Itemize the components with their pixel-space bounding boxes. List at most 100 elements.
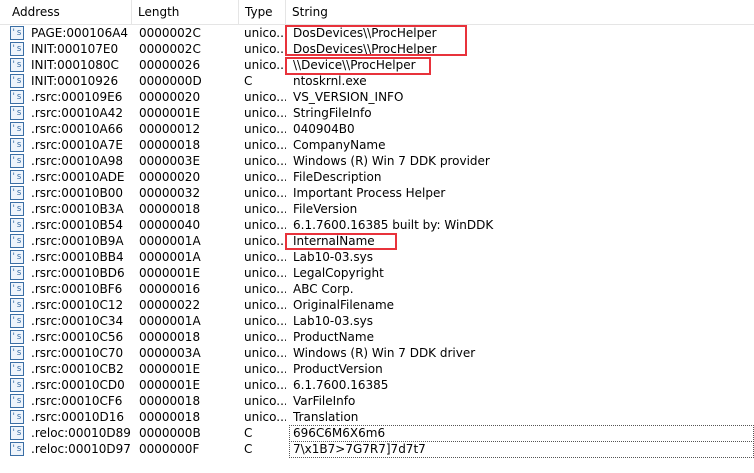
table-row[interactable]: 's' INIT:00010926 0000000D Cntoskrnl.exe xyxy=(0,73,754,89)
length-cell: 0000002C xyxy=(139,42,201,56)
string-cell: Windows (R) Win 7 DDK driver xyxy=(293,346,476,360)
string-cell: 040904B0 xyxy=(293,122,355,136)
table-row[interactable]: 's' PAGE:000106A4 0000002C unico... DosDevic… xyxy=(0,25,754,41)
strings-table-body: 's' PAGE:000106A4 0000002C unico... DosDevic… xyxy=(0,25,754,457)
table-row[interactable]: 's' .rsrc:00010CB2 0000001E unico... Product… xyxy=(0,361,754,377)
length-cell: 0000001E xyxy=(139,378,201,392)
address-cell: .rsrc:00010A42 xyxy=(31,106,123,120)
type-cell: unico... xyxy=(244,330,286,344)
length-cell: 00000020 xyxy=(139,90,201,104)
table-row[interactable]: 's' .rsrc:00010A42 0000001E unico... StringF… xyxy=(0,105,754,121)
string-icon: 's' xyxy=(10,410,24,424)
length-cell: 0000001E xyxy=(139,266,201,280)
string-cell: DosDevices\\ProcHelper xyxy=(293,26,437,40)
type-cell: C xyxy=(244,426,253,440)
address-cell: .rsrc:00010B00 xyxy=(31,186,123,200)
string-cell: Translation xyxy=(293,410,359,424)
length-cell: 0000001A xyxy=(139,314,201,328)
table-row[interactable]: 's' INIT:000107E0 0000002C unico... DosDevic… xyxy=(0,41,754,57)
table-row[interactable]: 's' .rsrc:00010ADE 00000020 unico... FileDes… xyxy=(0,169,754,185)
string-icon: 's' xyxy=(10,394,24,408)
string-icon: 's' xyxy=(10,170,24,184)
string-cell: FileDescription xyxy=(293,170,382,184)
length-cell: 0000000D xyxy=(139,74,202,88)
string-cell: Lab10-03.sys xyxy=(293,314,373,328)
string-icon: 's' xyxy=(10,346,24,360)
type-cell: unico... xyxy=(244,362,286,376)
string-cell: CompanyName xyxy=(293,138,386,152)
table-row[interactable]: 's' .rsrc:00010CD0 0000001E unico... 6.1.760… xyxy=(0,377,754,393)
string-icon: 's' xyxy=(10,234,24,248)
table-row[interactable]: 's' .rsrc:00010C56 00000018 unico... Product… xyxy=(0,329,754,345)
table-row[interactable]: 's' .rsrc:00010B9A 0000001A unico... Interna… xyxy=(0,233,754,249)
table-row[interactable]: 's' .rsrc:000109E6 00000020 unico... VS_VERS… xyxy=(0,89,754,105)
table-row[interactable]: 's' .rsrc:00010B00 00000032 unico... Importa… xyxy=(0,185,754,201)
string-cell: ABC Corp. xyxy=(293,282,354,296)
type-cell: unico... xyxy=(244,218,286,232)
table-row[interactable]: 's' .rsrc:00010BF6 00000016 unico... ABC Co… xyxy=(0,281,754,297)
string-cell: Windows (R) Win 7 DDK provider xyxy=(293,154,490,168)
address-cell: .rsrc:00010B3A xyxy=(31,202,124,216)
address-cell: .rsrc:00010C70 xyxy=(31,346,124,360)
length-cell: 00000040 xyxy=(139,218,201,232)
table-row[interactable]: 's' .rsrc:00010B3A 00000018 unico... FileVer… xyxy=(0,201,754,217)
type-cell: unico... xyxy=(244,42,286,56)
address-cell: .rsrc:00010C34 xyxy=(31,314,124,328)
table-row[interactable]: 's' .rsrc:00010BD6 0000001E unico... LegalCo… xyxy=(0,265,754,281)
table-row[interactable]: 's' .rsrc:00010A7E 00000018 unico... Company… xyxy=(0,137,754,153)
string-cell: Lab10-03.sys xyxy=(293,250,373,264)
address-cell: PAGE:000106A4 xyxy=(31,26,129,40)
table-row[interactable]: 's' .rsrc:00010A66 00000012 unico... 040904B… xyxy=(0,121,754,137)
type-cell: unico... xyxy=(244,282,286,296)
length-cell: 00000012 xyxy=(139,122,201,136)
type-cell: unico... xyxy=(244,346,286,360)
string-icon: 's' xyxy=(10,26,24,40)
address-cell: INIT:00010926 xyxy=(31,74,119,88)
string-cell: VarFileInfo xyxy=(293,394,356,408)
string-cell: StringFileInfo xyxy=(293,106,372,120)
type-cell: unico... xyxy=(244,314,286,328)
table-row[interactable]: 's' .rsrc:00010D16 00000018 unico... Transla… xyxy=(0,409,754,425)
address-cell: .rsrc:00010C56 xyxy=(31,330,124,344)
string-icon: 's' xyxy=(10,266,24,280)
type-cell: unico... xyxy=(244,154,286,168)
length-cell: 00000018 xyxy=(139,410,201,424)
column-header-length[interactable]: Length xyxy=(132,0,239,24)
string-icon: 's' xyxy=(10,442,24,456)
table-row[interactable]: 's' .rsrc:00010B54 00000040 unico... 6.1.760… xyxy=(0,217,754,233)
table-row[interactable]: 's' .rsrc:00010A98 0000003E unico... Windows… xyxy=(0,153,754,169)
length-cell: 0000002C xyxy=(139,26,201,40)
table-row[interactable]: 's' .rsrc:00010CF6 00000018 unico... VarFile… xyxy=(0,393,754,409)
string-cell: VS_VERSION_INFO xyxy=(293,90,404,104)
table-row[interactable]: 's' .rsrc:00010C12 00000022 unico... Origina… xyxy=(0,297,754,313)
table-row[interactable]: 's' .rsrc:00010C34 0000001A unico... Lab10-0… xyxy=(0,313,754,329)
table-row[interactable]: 's' .rsrc:00010BB4 0000001A unico... Lab10-0… xyxy=(0,249,754,265)
address-cell: .rsrc:00010CF6 xyxy=(31,394,123,408)
table-row[interactable]: 's' .rsrc:00010C70 0000003A unico... Windows… xyxy=(0,345,754,361)
string-cell: OriginalFilename xyxy=(293,298,395,312)
type-cell: unico... xyxy=(244,58,286,72)
column-header-address[interactable]: Address xyxy=(0,0,132,24)
string-cell: 696C6M6X6m6 xyxy=(293,426,386,440)
string-cell: ntoskrnl.exe xyxy=(293,74,367,88)
address-cell: .rsrc:00010A66 xyxy=(31,122,123,136)
length-cell: 0000001E xyxy=(139,106,201,120)
column-header-string[interactable]: String xyxy=(286,0,754,24)
column-header-type[interactable]: Type xyxy=(239,0,286,24)
address-cell: INIT:000107E0 xyxy=(31,42,119,56)
length-cell: 00000026 xyxy=(139,58,201,72)
table-row[interactable]: 's' .reloc:00010D97 0000000F C 7\x1B7>7G7R7]… xyxy=(0,441,754,457)
table-row[interactable]: 's' .reloc:00010D89 0000000B C 696C6M6X6m6 xyxy=(0,425,754,441)
address-cell: .rsrc:00010C12 xyxy=(31,298,124,312)
table-row[interactable]: 's' INIT:0001080C 00000026 unico... \\Device… xyxy=(0,57,754,73)
length-cell: 0000001A xyxy=(139,250,201,264)
string-icon: 's' xyxy=(10,362,24,376)
length-cell: 00000018 xyxy=(139,330,201,344)
address-cell: .rsrc:00010A7E xyxy=(31,138,123,152)
length-cell: 00000018 xyxy=(139,202,201,216)
length-cell: 0000001A xyxy=(139,234,201,248)
address-cell: .reloc:00010D97 xyxy=(31,442,131,456)
address-cell: .rsrc:00010BF6 xyxy=(31,282,123,296)
length-cell: 00000018 xyxy=(139,138,201,152)
address-cell: .rsrc:00010ADE xyxy=(31,170,125,184)
